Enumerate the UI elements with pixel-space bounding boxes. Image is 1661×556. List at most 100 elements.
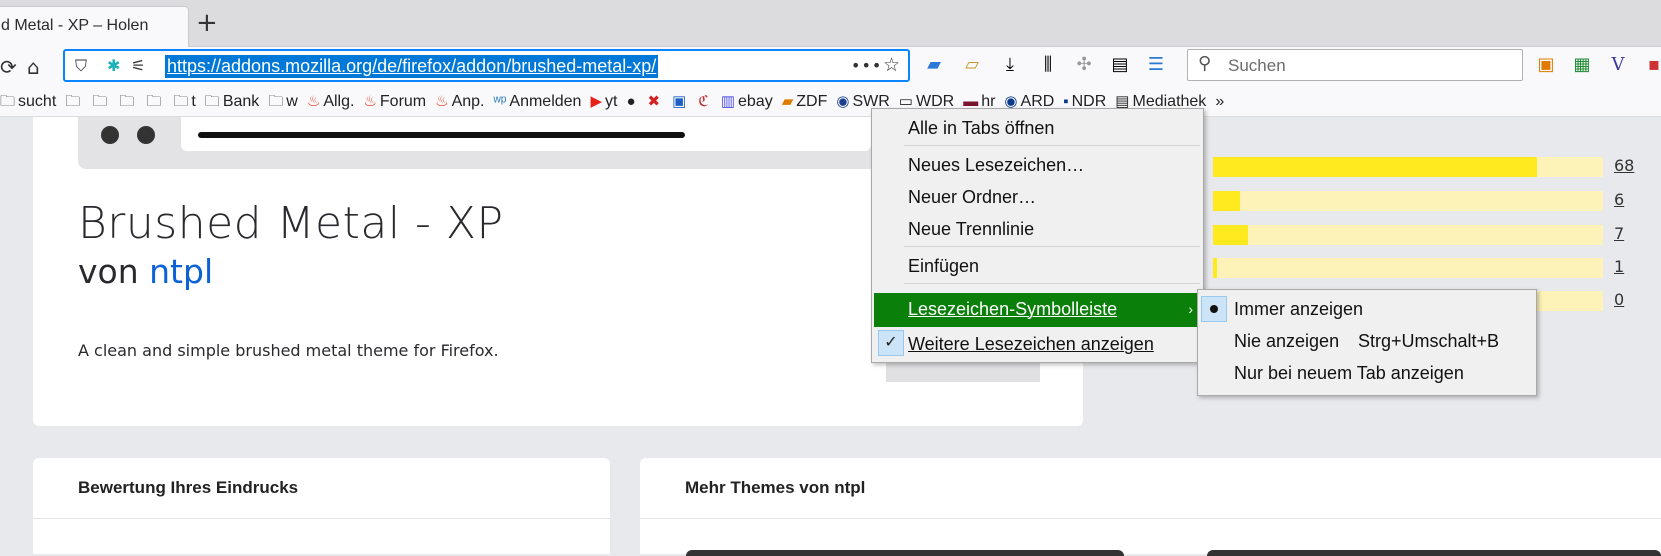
rating-count-link[interactable]: 0 bbox=[1614, 290, 1624, 309]
library-icon[interactable]: ⫼ bbox=[1036, 53, 1060, 77]
menu-item-paste[interactable]: Einfügen bbox=[908, 256, 979, 277]
bookmarks-context-menu: Alle in Tabs öffnen Neues Lesezeichen… N… bbox=[871, 108, 1204, 363]
rating-bar[interactable] bbox=[1213, 225, 1603, 245]
rating-bar-fill bbox=[1213, 225, 1249, 245]
bookmark-label: t bbox=[191, 93, 196, 110]
rating-bar-fill bbox=[1213, 157, 1537, 177]
divider bbox=[33, 518, 610, 519]
bookmark-item[interactable]: 🗀 w bbox=[268, 87, 298, 116]
folder-icon: 🗀 bbox=[268, 93, 284, 110]
theme-thumbnail[interactable] bbox=[1207, 550, 1661, 556]
flame-icon: ♨ bbox=[435, 93, 449, 110]
radio-selected-icon bbox=[1201, 296, 1227, 322]
bookmark-item[interactable]: 🗀 sucht bbox=[0, 87, 57, 116]
preview-dot bbox=[101, 126, 119, 144]
bookmark-item[interactable]: ♨ Anp. bbox=[435, 87, 485, 116]
ebay-icon: ▥ bbox=[720, 93, 735, 110]
sidebar-icon[interactable]: ☰ bbox=[1144, 53, 1168, 77]
bookmark-item[interactable]: 🗀 Bank bbox=[205, 87, 260, 116]
clapper-icon[interactable]: ▤ bbox=[1108, 53, 1132, 77]
extension-icon[interactable]: ✱ bbox=[107, 56, 120, 75]
extension-v-icon[interactable]: V bbox=[1606, 53, 1630, 77]
folder-icon: 🗀 bbox=[119, 93, 135, 110]
bookmark-label: ebay bbox=[738, 93, 773, 110]
permissions-icon[interactable]: ⚟ bbox=[131, 56, 145, 75]
new-tab-button[interactable]: + bbox=[196, 10, 218, 36]
bookmark-item[interactable]: ♨ Forum bbox=[363, 87, 426, 116]
cy-icon: ℭ bbox=[698, 93, 709, 110]
menu-item-show-other-bookmarks[interactable]: Weitere Lesezeichen anzeigen bbox=[908, 334, 1154, 355]
bookmark-label: Anp. bbox=[451, 93, 485, 110]
submenu-item-new-tab-only[interactable]: Nur bei neuem Tab anzeigen bbox=[1234, 363, 1464, 384]
submenu-item-always[interactable]: Immer anzeigen bbox=[1234, 299, 1363, 320]
rating-card: Bewertung Ihres Eindrucks bbox=[33, 458, 610, 554]
by-prefix: von bbox=[78, 252, 139, 291]
nav-bar: ⟳ ⌂ ⛉ ✱ ⚟ https://addons.mozilla.org/de/… bbox=[0, 47, 1661, 87]
bookmark-item[interactable]: ▥ ebay bbox=[720, 87, 773, 116]
menu-item-new-folder[interactable]: Neuer Ordner… bbox=[908, 187, 1036, 208]
menu-item-new-separator[interactable]: Neue Trennlinie bbox=[908, 219, 1034, 240]
bookmarks-toolbar: 🗀 sucht 🗀 🗀 🗀 🗀 🗀 t 🗀 Bank 🗀 w ♨ Allg. ♨ Forum ♨ Anp. ʷᵖ An… bbox=[0, 87, 1661, 117]
bookmark-item[interactable]: ▣ bbox=[672, 87, 689, 116]
bookmark-item[interactable]: ℭ bbox=[698, 87, 712, 116]
star-icon[interactable]: ☆ bbox=[883, 54, 900, 76]
menu-item-bookmarks-toolbar[interactable]: Lesezeichen-Symbolleiste › bbox=[874, 293, 1201, 327]
rating-bar[interactable] bbox=[1213, 191, 1603, 211]
bookmark-item[interactable]: 🗀 bbox=[146, 87, 164, 116]
rating-card-title: Bewertung Ihres Eindrucks bbox=[78, 478, 299, 497]
bookmark-item[interactable]: ● bbox=[626, 87, 638, 116]
active-tab[interactable]: d Metal - XP – Holen bbox=[0, 6, 189, 47]
folder-icon: 🗀 bbox=[65, 93, 81, 110]
search-bar[interactable]: ⚲ Suchen bbox=[1187, 49, 1523, 81]
menu-item-open-all[interactable]: Alle in Tabs öffnen bbox=[908, 118, 1054, 139]
reload-icon[interactable]: ⟳ bbox=[0, 55, 17, 79]
submenu-item-never[interactable]: Nie anzeigen bbox=[1234, 331, 1339, 352]
page-actions-icon[interactable]: ••• bbox=[851, 56, 882, 75]
folder-icon: 🗀 bbox=[173, 93, 189, 110]
rating-bar[interactable] bbox=[1213, 258, 1603, 278]
theme-preview bbox=[78, 117, 878, 169]
folder-icon: 🗀 bbox=[92, 93, 108, 110]
bookmark-item[interactable]: 🗀 t bbox=[173, 87, 196, 116]
bookmark-label: Bank bbox=[222, 93, 260, 110]
bookmark-item[interactable]: 🗀 bbox=[65, 87, 83, 116]
bookmark-label: sucht bbox=[18, 93, 57, 110]
x-icon: ✖ bbox=[647, 93, 661, 110]
rating-count-link[interactable]: 1 bbox=[1614, 257, 1624, 276]
menu-separator bbox=[904, 283, 1200, 284]
zdf-icon: ▰ bbox=[781, 93, 794, 110]
bookmark-item[interactable]: ▰ ZDF bbox=[781, 87, 828, 116]
rating-count-link[interactable]: 7 bbox=[1614, 224, 1624, 243]
rating-bar-fill bbox=[1213, 258, 1217, 278]
rating-bar[interactable] bbox=[1213, 157, 1603, 177]
download-icon[interactable]: ⤓ bbox=[998, 53, 1022, 77]
preview-dot bbox=[137, 126, 155, 144]
url-text[interactable]: https://addons.mozilla.org/de/firefox/ad… bbox=[165, 55, 659, 78]
bookmark-item[interactable]: ʷᵖ Anmelden bbox=[494, 87, 582, 116]
bookmark-label: Anmelden bbox=[509, 93, 582, 110]
home-icon[interactable]: ⌂ bbox=[27, 55, 40, 79]
extension-green-icon[interactable]: ▦ bbox=[1570, 53, 1594, 77]
folder-blue-icon[interactable]: ▰ bbox=[922, 53, 946, 77]
menu-item-new-bookmark[interactable]: Neues Lesezeichen… bbox=[908, 155, 1084, 176]
puzzle-icon[interactable]: ✣ bbox=[1072, 53, 1096, 77]
shield-icon[interactable]: ⛉ bbox=[75, 56, 87, 76]
rating-count-link[interactable]: 68 bbox=[1614, 156, 1634, 175]
bookmark-label: Allg. bbox=[323, 93, 355, 110]
bookmark-label: yt bbox=[604, 93, 618, 110]
bookmark-item[interactable]: ✖ bbox=[647, 87, 664, 116]
bookmark-item[interactable]: ♨ Allg. bbox=[307, 87, 355, 116]
theme-thumbnail[interactable] bbox=[686, 550, 1124, 556]
url-bar[interactable]: ⛉ ✱ ⚟ https://addons.mozilla.org/de/fire… bbox=[63, 49, 910, 82]
menu-separator bbox=[904, 246, 1200, 247]
author-link[interactable]: ntpl bbox=[149, 252, 213, 291]
rating-count-link[interactable]: 6 bbox=[1614, 190, 1624, 209]
bookmark-item[interactable]: 🗀 bbox=[119, 87, 137, 116]
extension-orange-icon[interactable]: ▣ bbox=[1534, 53, 1558, 77]
tab-title: d Metal - XP – Holen bbox=[1, 17, 149, 34]
open-folder-icon[interactable]: ▱ bbox=[960, 53, 984, 77]
bookmark-item[interactable]: ▶ yt bbox=[590, 87, 618, 116]
more-bookmarks-icon[interactable]: » bbox=[1215, 87, 1224, 116]
extension-red-icon[interactable]: ▪ bbox=[1642, 53, 1661, 77]
bookmark-item[interactable]: 🗀 bbox=[92, 87, 110, 116]
